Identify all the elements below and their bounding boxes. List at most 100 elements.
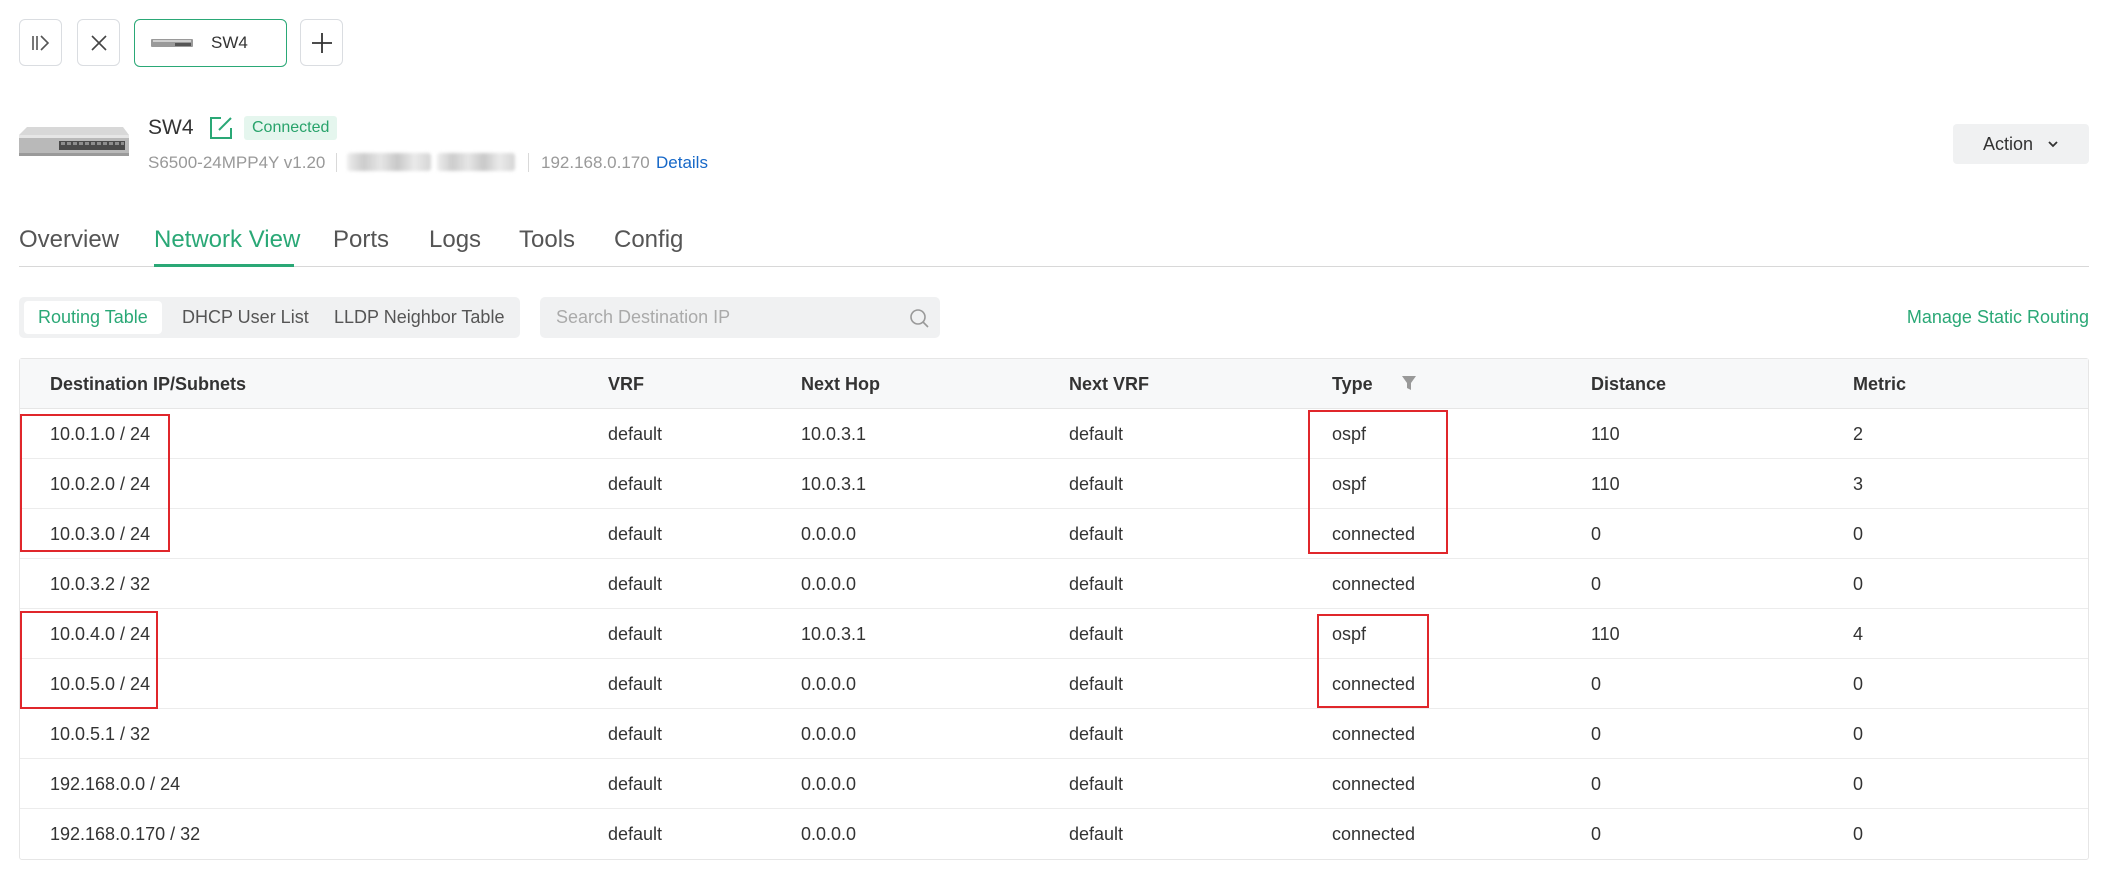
device-ip: 192.168.0.170 [541, 153, 650, 172]
cell-distance: 110 [1591, 424, 1620, 444]
subtab-lldp-neighbor-table[interactable]: LLDP Neighbor Table [320, 301, 518, 334]
search-icon[interactable] [908, 307, 930, 329]
cell-metric: 0 [1853, 674, 1864, 694]
details-link[interactable]: Details [656, 153, 708, 173]
device-tab[interactable]: SW4 [134, 19, 287, 67]
cell-destination: 10.0.4.0 / 24 [50, 624, 151, 644]
tab-ports[interactable]: Ports [333, 226, 389, 254]
column-header-next-vrf: Next VRF [1069, 374, 1150, 394]
cell-metric: 0 [1853, 824, 1864, 844]
subtab-dhcp-user-list[interactable]: DHCP User List [168, 301, 323, 334]
close-tab-button[interactable] [77, 19, 120, 66]
cell-type: connected [1332, 824, 1416, 844]
switch-device-icon [19, 127, 129, 156]
cell-next-vrf: default [1069, 824, 1124, 844]
cell-type: ospf [1332, 424, 1367, 444]
divider [336, 153, 337, 172]
cell-distance: 0 [1591, 674, 1602, 694]
switch-thumbnail-icon [151, 39, 193, 47]
table-row: 10.0.5.0 / 24 default 0.0.0.0 default connec… [20, 659, 2088, 709]
cell-vrf: default [608, 774, 663, 794]
table-row: 192.168.0.170 / 32 default 0.0.0.0 default c… [20, 809, 2088, 859]
column-header-type: Type [1332, 374, 1373, 394]
cell-metric: 4 [1853, 624, 1864, 644]
cell-next-vrf: default [1069, 424, 1124, 444]
cell-destination: 10.0.1.0 / 24 [50, 424, 151, 444]
manage-static-routing-link[interactable]: Manage Static Routing [1907, 307, 2089, 328]
add-tab-button[interactable] [300, 19, 343, 66]
routing-table: Destination IP/Subnets VRF Next Hop Next… [19, 358, 2089, 860]
subtab-routing-table[interactable]: Routing Table [24, 301, 162, 334]
column-header-next-hop: Next Hop [801, 374, 881, 394]
column-header-destination: Destination IP/Subnets [50, 374, 247, 394]
cell-vrf: default [608, 824, 663, 844]
cell-metric: 2 [1853, 424, 1864, 444]
table-row: 10.0.3.2 / 32 default 0.0.0.0 default connec… [20, 559, 2088, 609]
cell-type: ospf [1332, 474, 1367, 494]
cell-destination: 10.0.5.0 / 24 [50, 674, 151, 694]
cell-next-vrf: default [1069, 474, 1124, 494]
action-button[interactable]: Action [1953, 124, 2089, 164]
cell-next-vrf: default [1069, 524, 1124, 544]
cell-distance: 0 [1591, 524, 1602, 544]
tab-config[interactable]: Config [614, 226, 683, 254]
cell-vrf: default [608, 424, 663, 444]
cell-vrf: default [608, 724, 663, 744]
cell-next-hop: 0.0.0.0 [801, 574, 857, 594]
cell-metric: 0 [1853, 574, 1864, 594]
table-row: 192.168.0.0 / 24 default 0.0.0.0 default con… [20, 759, 2088, 809]
filter-icon[interactable] [1402, 375, 1416, 391]
cell-destination: 192.168.0.170 / 32 [50, 824, 201, 844]
redacted-field [437, 153, 515, 171]
table-row: 10.0.3.0 / 24 default 0.0.0.0 default connec… [20, 509, 2088, 559]
column-header-distance: Distance [1591, 374, 1667, 394]
search-input[interactable] [540, 297, 900, 338]
cell-distance: 0 [1591, 574, 1602, 594]
cell-vrf: default [608, 524, 663, 544]
cell-destination: 10.0.2.0 / 24 [50, 474, 151, 494]
device-tab-label: SW4 [211, 33, 248, 52]
cell-distance: 0 [1591, 774, 1602, 794]
cell-next-vrf: default [1069, 674, 1124, 694]
cell-type: connected [1332, 774, 1416, 794]
cell-next-hop: 10.0.3.1 [801, 424, 867, 444]
action-label: Action [1982, 133, 2034, 154]
cell-next-hop: 0.0.0.0 [801, 724, 857, 744]
table-header: Destination IP/Subnets VRF Next Hop Next… [20, 359, 2088, 409]
cell-metric: 0 [1853, 724, 1864, 744]
table-row: 10.0.2.0 / 24 default 10.0.3.1 default ospf 1… [20, 459, 2088, 509]
cell-next-vrf: default [1069, 624, 1124, 644]
cell-distance: 110 [1591, 624, 1620, 644]
cell-next-hop: 0.0.0.0 [801, 824, 857, 844]
tab-logs[interactable]: Logs [429, 226, 481, 254]
sub-tab-group: Routing Table DHCP User List LLDP Neighb… [19, 297, 520, 338]
cell-destination: 192.168.0.0 / 24 [50, 774, 181, 794]
cell-destination: 10.0.3.2 / 32 [50, 574, 151, 594]
status-badge: Connected [244, 116, 338, 140]
cell-distance: 0 [1591, 824, 1602, 844]
cell-distance: 0 [1591, 724, 1602, 744]
cell-next-vrf: default [1069, 574, 1124, 594]
cell-vrf: default [608, 674, 663, 694]
table-row: 10.0.4.0 / 24 default 10.0.3.1 default ospf 1… [20, 609, 2088, 659]
tab-overview[interactable]: Overview [19, 226, 119, 254]
cell-type: connected [1332, 574, 1416, 594]
tab-tools[interactable]: Tools [519, 226, 575, 254]
chevron-down-icon [2048, 141, 2058, 148]
device-model: S6500-24MPP4Y v1.20 [148, 153, 326, 172]
cell-metric: 0 [1853, 774, 1864, 794]
table-row: 10.0.1.0 / 24 default 10.0.3.1 default ospf 1… [20, 409, 2088, 459]
divider [528, 153, 529, 172]
cell-destination: 10.0.3.0 / 24 [50, 524, 151, 544]
cell-metric: 3 [1853, 474, 1864, 494]
cell-next-vrf: default [1069, 724, 1124, 744]
cell-destination: 10.0.5.1 / 32 [50, 724, 151, 744]
add-icon [311, 32, 332, 53]
edit-icon[interactable] [208, 115, 234, 141]
collapse-panel-button[interactable] [19, 19, 62, 66]
collapse-panel-icon [31, 34, 49, 51]
device-name: SW4 [148, 116, 194, 139]
cell-type: connected [1332, 724, 1416, 744]
tab-network-view[interactable]: Network View [154, 226, 300, 254]
cell-type: ospf [1332, 624, 1367, 644]
